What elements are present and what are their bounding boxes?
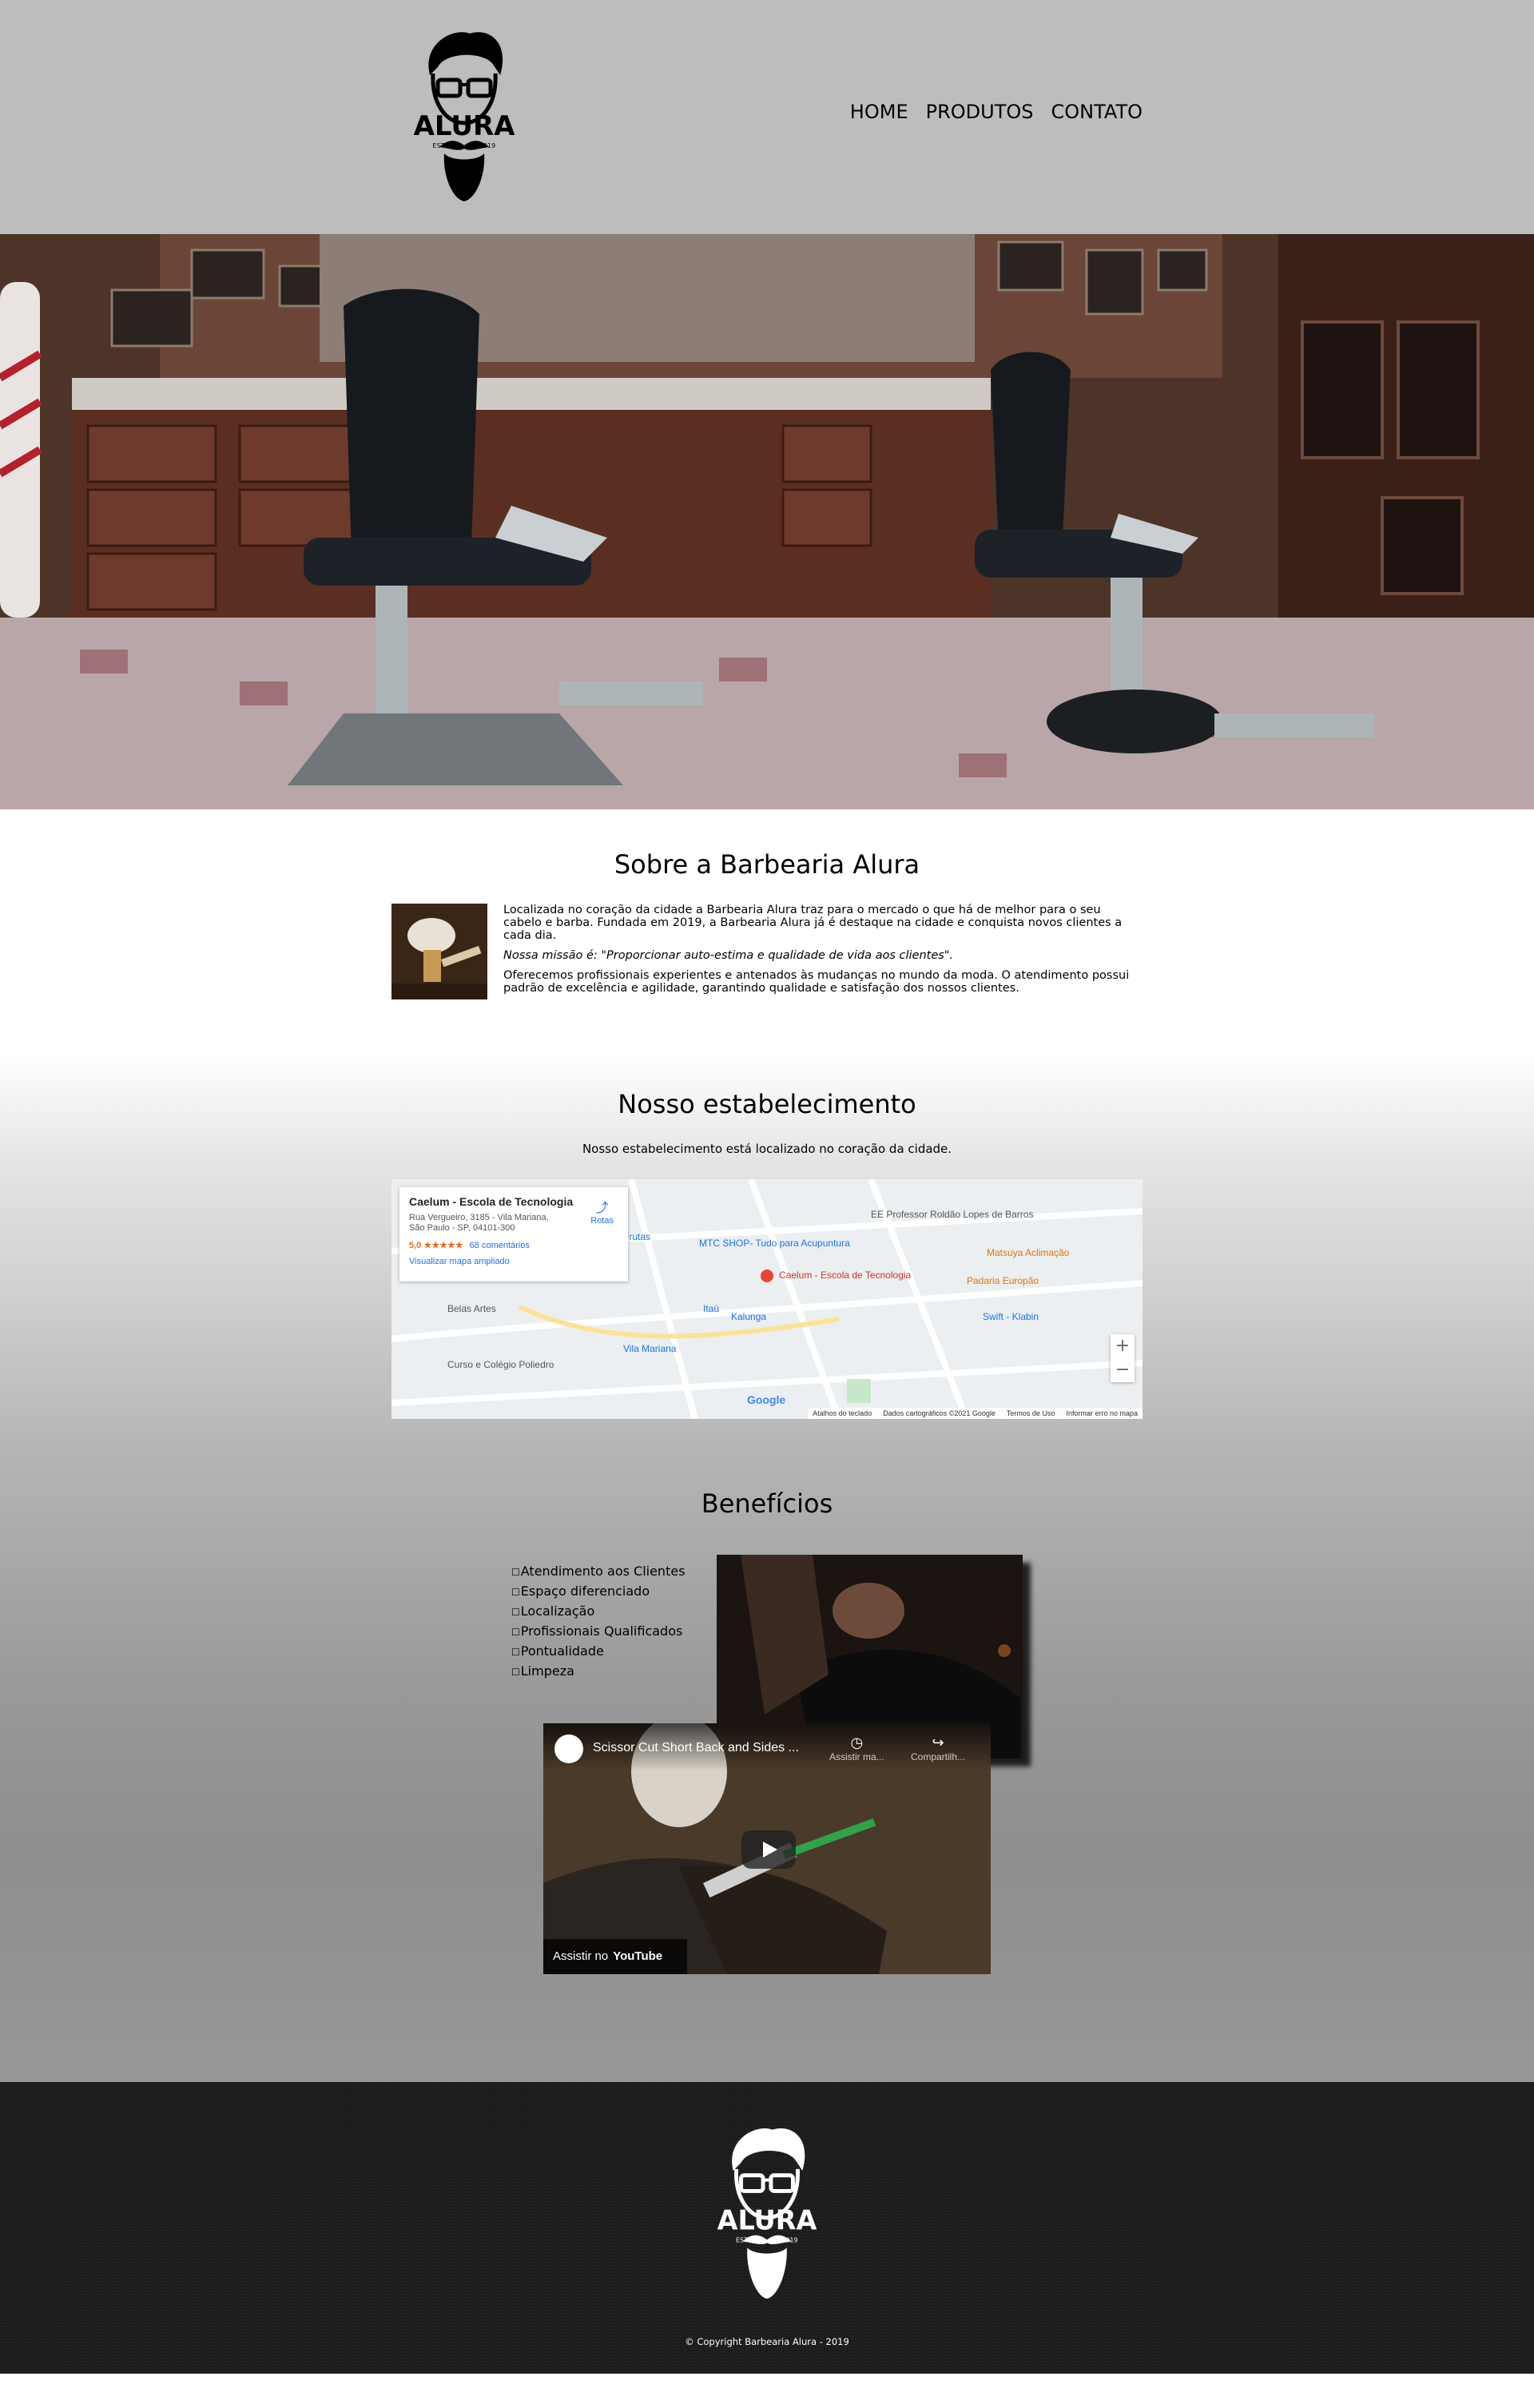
header: ALURA ESTD 2019 HOME PRODUTOS CONTATO (0, 0, 1534, 234)
map-label-ee: EE Professor Roldão Lopes de Barros (871, 1209, 1034, 1220)
google-map[interactable]: EE Professor Roldão Lopes de Barros MTC … (391, 1179, 1143, 1419)
watch-later-button[interactable]: ◷ Assistir ma... (829, 1734, 884, 1762)
copyright-text: © Copyright Barbearia Alura - 2019 (685, 2336, 849, 2347)
clock-icon: ◷ (850, 1734, 864, 1750)
video-top-bar: Scissor Cut Short Back and Sides ... ◷ A… (543, 1723, 991, 1771)
map-place-rating: 5,0 ★★★★★ 68 comentários (409, 1241, 530, 1250)
sobre-paragraph-3: Oferecemos profissionais experientes e a… (503, 969, 1130, 995)
logo-wordmark: ALURA (414, 110, 515, 142)
banner-image (0, 234, 1534, 809)
beneficios-section: Benefícios Atendimento aos Clientes Espa… (0, 1440, 1534, 2082)
shaving-brush-image (391, 904, 487, 999)
estabelecimento-section: Nosso estabelecimento Nosso estabelecime… (0, 1057, 1534, 1440)
estabelecimento-title: Nosso estabelecimento (618, 1089, 916, 1119)
map-label-caelum: Caelum - Escola de Tecnologia (779, 1270, 912, 1281)
map-label-belas-artes: Belas Artes (447, 1303, 496, 1314)
share-button[interactable]: ↪ Compartilh... (911, 1734, 965, 1762)
map-label-poliedro: Curso e Colégio Poliedro (447, 1359, 554, 1370)
footer-logo-wordmark: ALURA (717, 2205, 817, 2236)
youtube-logo: YouTube (613, 1949, 663, 1963)
map-view-larger-link[interactable]: Visualizar mapa ampliado (409, 1257, 618, 1266)
list-item: Localização (511, 1602, 686, 1622)
watch-on-youtube-button[interactable]: Assistir no YouTube (543, 1939, 687, 1974)
map-footer: Atalhos do teclado Dados cartográficos ©… (808, 1408, 1143, 1419)
video-title[interactable]: Scissor Cut Short Back and Sides ... (593, 1741, 799, 1755)
beneficios-list: Atendimento aos Clientes Espaço diferenc… (511, 1562, 686, 1682)
map-label-vila-mariana: Vila Mariana (623, 1343, 677, 1354)
sobre-title: Sobre a Barbearia Alura (614, 849, 920, 880)
map-label-itau: Itaú (703, 1303, 720, 1314)
barbershop-photo (0, 234, 1534, 809)
play-button[interactable] (741, 1830, 796, 1869)
sobre-section: Sobre a Barbearia Alura Localizada no co… (0, 809, 1534, 1057)
map-label-matsuya: Matsuya Aclimação (987, 1247, 1070, 1258)
map-label-swift: Swift - Klabin (983, 1311, 1039, 1322)
map-label-padaria: Padaria Europão (967, 1275, 1039, 1286)
map-place-name: Caelum - Escola de Tecnologia (409, 1195, 574, 1208)
sobre-text: Localizada no coração da cidade a Barbea… (503, 904, 1143, 1002)
map-pin-icon[interactable] (761, 1270, 773, 1282)
beneficios-title: Benefícios (701, 1488, 833, 1519)
estabelecimento-subtitle: Nosso estabelecimento está localizado no… (582, 1142, 952, 1156)
map-place-card: Caelum - Escola de Tecnologia Rua Vergue… (399, 1187, 628, 1281)
nav-produtos[interactable]: PRODUTOS (926, 101, 1034, 123)
map-label-kalunga: Kalunga (731, 1311, 767, 1322)
list-item: Atendimento aos Clientes (511, 1562, 686, 1582)
nav-home[interactable]: HOME (850, 101, 908, 123)
sobre-mission: Nossa missão é: "Proporcionar auto-estim… (503, 949, 954, 962)
map-data-credit: Dados cartográficos ©2021 Google (883, 1409, 996, 1417)
list-item: Limpeza (511, 1662, 686, 1682)
nav-contato[interactable]: CONTATO (1051, 101, 1143, 123)
map-zoom-control: + − (1111, 1334, 1135, 1382)
zoom-out-button[interactable]: − (1111, 1358, 1135, 1382)
google-logo: Google (747, 1393, 786, 1406)
directions-icon: ⤴ (595, 1202, 609, 1215)
list-item: Pontualidade (511, 1642, 686, 1662)
map-terms[interactable]: Termos de Uso (1007, 1408, 1055, 1419)
youtube-video-embed[interactable]: Scissor Cut Short Back and Sides ... ◷ A… (543, 1723, 991, 1974)
alura-footer-logo[interactable]: ALURA ESTD 2019 (717, 2122, 817, 2302)
channel-avatar[interactable] (554, 1734, 583, 1763)
map-label-mtc: MTC SHOP- Tudo para Acupuntura (699, 1238, 850, 1249)
alura-logo[interactable]: ALURA ESTD 2019 (414, 27, 515, 203)
map-reviews-link[interactable]: 68 comentários (470, 1241, 530, 1250)
zoom-in-button[interactable]: + (1111, 1334, 1135, 1358)
map-directions-button[interactable]: ⤴ Rotas (590, 1197, 614, 1226)
map-place-address: Rua Vergueiro, 3185 - Vila Mariana, São … (409, 1213, 549, 1233)
share-icon: ↪ (932, 1734, 944, 1750)
footer: ALURA ESTD 2019 © Copyright Barbearia Al… (0, 2082, 1534, 2374)
list-item: Espaço diferenciado (511, 1582, 686, 1602)
sobre-paragraph-1: Localizada no coração da cidade a Barbea… (503, 904, 1123, 942)
main-nav: HOME PRODUTOS CONTATO (850, 101, 1143, 123)
gradient-area: Nosso estabelecimento Nosso estabelecime… (0, 1057, 1534, 2082)
list-item: Profissionais Qualificados (511, 1622, 686, 1642)
map-report-error[interactable]: Informar erro no mapa (1066, 1408, 1138, 1419)
map-keyboard-shortcuts[interactable]: Atalhos do teclado (813, 1408, 872, 1419)
